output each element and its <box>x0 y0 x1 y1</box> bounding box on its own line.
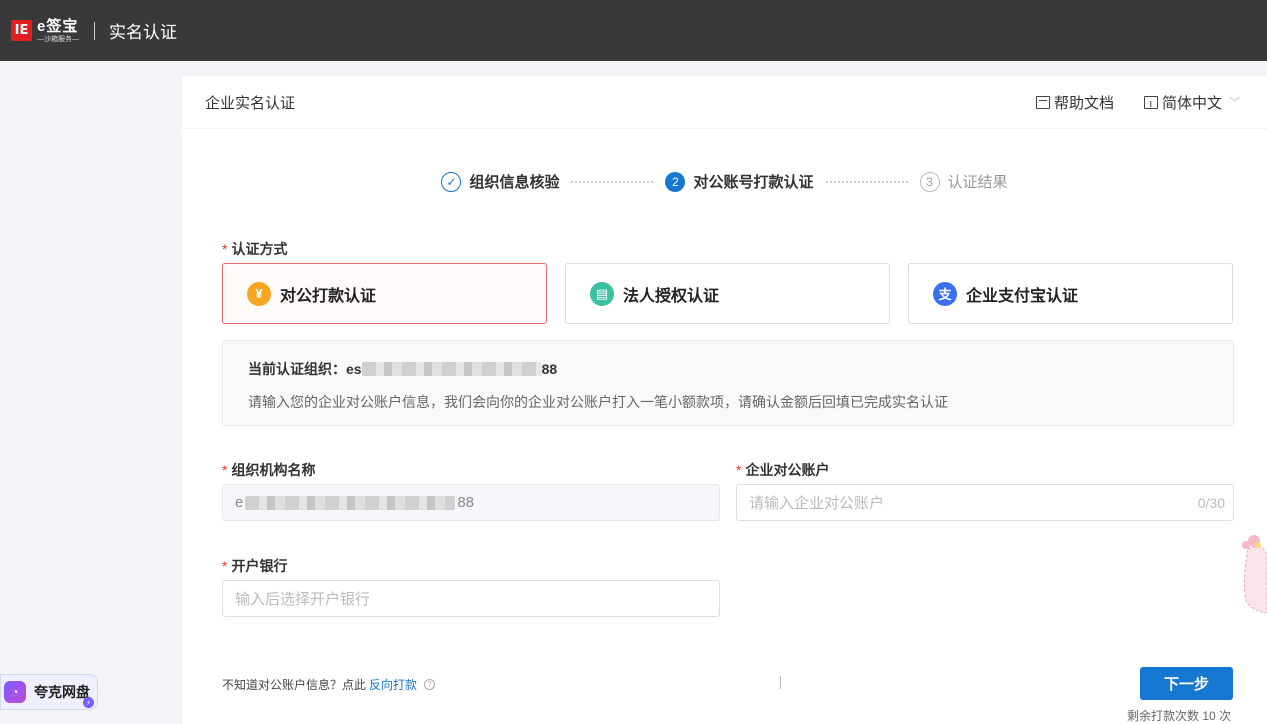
org-label: 当前认证组织： <box>248 361 346 377</box>
title-divider <box>94 21 95 40</box>
step-connector <box>825 180 908 183</box>
card-header: 企业实名认证 帮助文档 简体中文 ﹀ <box>182 76 1267 129</box>
step-label: 组织信息核验 <box>469 174 560 191</box>
next-button[interactable]: 下一步 <box>1140 667 1233 700</box>
org-name-prefix: e <box>235 494 244 511</box>
logo-mark: IE <box>11 20 32 41</box>
redacted-blur <box>245 495 456 510</box>
bank-placeholder: 输入后选择开户银行 <box>235 591 371 608</box>
org-name-field: e 88 <box>222 484 720 521</box>
check-icon: ✓ <box>441 171 462 192</box>
bank-input[interactable]: 输入后选择开户银行 <box>222 580 720 617</box>
method-label: 对公打款认证 <box>280 287 377 305</box>
document-icon: ▤ <box>590 281 614 306</box>
step-number: 3 <box>919 171 940 192</box>
method-label: 法人授权认证 <box>623 287 720 305</box>
yen-icon: ¥ <box>247 281 271 306</box>
quark-icon: ◔ <box>4 681 26 703</box>
remaining-attempts: 剩余打款次数 10 次 <box>1127 709 1232 723</box>
quark-drive-widget[interactable]: ◔ 夸克网盘 ⚡ <box>0 674 98 710</box>
account-input[interactable]: 请输入企业对公账户 0/30 <box>736 484 1234 521</box>
info-box: 当前认证组织： es 88 请输入您的企业对公账户信息，我们会向你的企业对公账户… <box>222 340 1234 426</box>
logo-name: e签宝 <box>37 17 79 35</box>
method-label: * 认证方式 <box>222 239 287 259</box>
method-bank-transfer[interactable]: ¥ 对公打款认证 <box>222 263 547 324</box>
info-description: 请输入您的企业对公账户信息，我们会向你的企业对公账户打入一笔小额款项，请确认金额… <box>248 394 948 410</box>
step-number: 2 <box>665 171 686 192</box>
step-org-verify: ✓ 组织信息核验 <box>441 171 559 192</box>
footer-divider <box>780 676 781 689</box>
char-counter: 0/30 <box>1197 494 1225 511</box>
alipay-icon: 支 <box>933 281 957 306</box>
mascot-widget[interactable] <box>1238 531 1267 613</box>
bank-label-text: 开户银行 <box>231 558 288 574</box>
app-title: 实名认证 <box>109 23 177 42</box>
step-connector <box>571 180 654 183</box>
top-bar: IE e签宝 —沙箱服务— 实名认证 <box>0 0 1267 61</box>
org-prefix: es <box>346 361 362 377</box>
org-name-suffix: 88 <box>457 494 475 511</box>
help-docs-link[interactable]: 帮助文档 <box>1035 92 1114 113</box>
required-mark: * <box>736 462 742 478</box>
card-title: 企业实名认证 <box>205 94 296 112</box>
step-label: 认证结果 <box>947 174 1008 191</box>
step-result: 3 认证结果 <box>919 171 1008 192</box>
reverse-transfer-link[interactable]: 反向打款 <box>369 676 417 693</box>
method-label: 企业支付宝认证 <box>966 287 1079 305</box>
logo-sub: —沙箱服务— <box>37 35 79 43</box>
chevron-down-icon: ﹀ <box>1229 97 1240 109</box>
required-mark: * <box>222 558 228 574</box>
lightning-icon: ⚡ <box>83 697 94 708</box>
hint-text: 不知道对公账户信息？点此 <box>222 678 367 692</box>
footer-hint: 不知道对公账户信息？点此 反向打款 ? <box>222 676 436 693</box>
method-legal-auth[interactable]: ▤ 法人授权认证 <box>565 263 890 324</box>
esign-logo[interactable]: IE e签宝 —沙箱服务— <box>11 19 79 43</box>
method-alipay[interactable]: 支 企业支付宝认证 <box>908 263 1233 324</box>
current-org: 当前认证组织： es 88 <box>248 359 1208 379</box>
account-label: * 企业对公账户 <box>736 460 829 480</box>
quark-label: 夸克网盘 <box>34 684 90 700</box>
help-doc-icon <box>1035 95 1050 109</box>
bank-label: * 开户银行 <box>222 556 287 576</box>
help-docs-label: 帮助文档 <box>1053 94 1114 112</box>
account-label-text: 企业对公账户 <box>745 462 830 478</box>
method-label-text: 认证方式 <box>231 241 288 257</box>
step-label: 对公账号打款认证 <box>693 174 814 191</box>
org-suffix: 88 <box>541 361 558 377</box>
step-transfer-verify: 2 对公账号打款认证 <box>665 171 814 192</box>
account-placeholder: 请输入企业对公账户 <box>749 495 885 512</box>
language-select[interactable]: 简体中文 ﹀ <box>1143 92 1240 113</box>
org-name-label-text: 组织机构名称 <box>231 462 316 478</box>
language-icon <box>1143 95 1158 109</box>
redacted-blur <box>361 362 542 376</box>
progress-steps: ✓ 组织信息核验 2 对公账号打款认证 3 认证结果 <box>182 171 1267 192</box>
language-label: 简体中文 <box>1161 94 1222 112</box>
org-name-label: * 组织机构名称 <box>222 460 315 480</box>
auth-card: 企业实名认证 帮助文档 简体中文 ﹀ ✓ 组织信息核验 2 对公账号打款认证 3… <box>182 76 1267 724</box>
required-mark: * <box>222 462 228 478</box>
required-mark: * <box>222 241 228 257</box>
question-icon[interactable]: ? <box>424 679 436 690</box>
